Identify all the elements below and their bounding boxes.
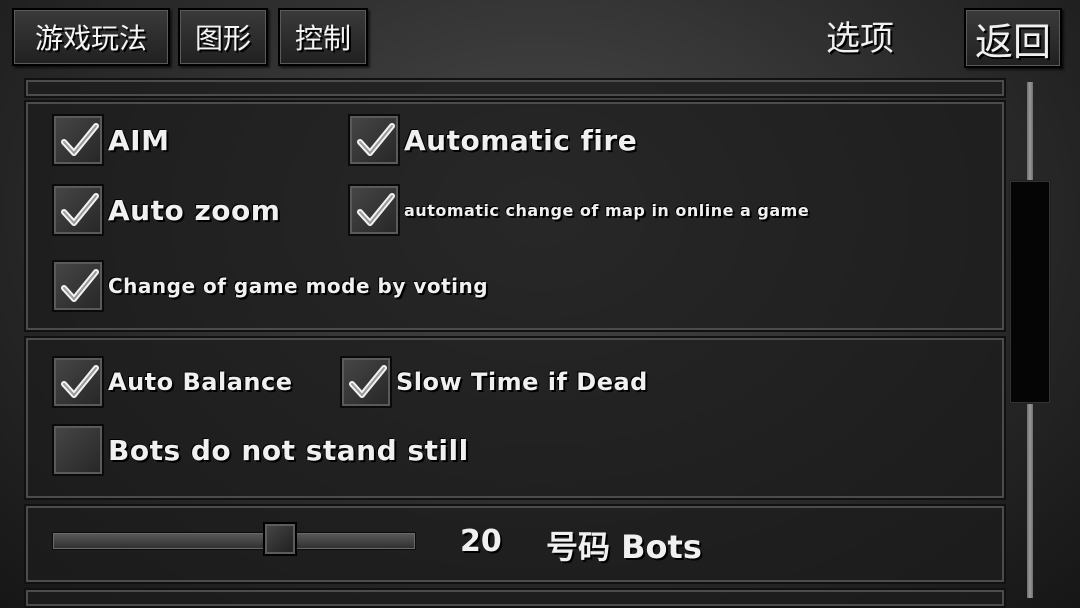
- automatic-fire-toggle[interactable]: Automatic fire: [348, 114, 637, 166]
- slow-time-toggle[interactable]: Slow Time if Dead: [340, 356, 648, 408]
- tab-gameplay[interactable]: 游戏玩法: [12, 8, 170, 66]
- aim-checkbox[interactable]: [52, 114, 104, 166]
- checkmark-icon: [349, 365, 387, 398]
- bots-move-checkbox[interactable]: [52, 424, 104, 476]
- checkmark-icon: [61, 123, 99, 156]
- auto-balance-label: Auto Balance: [108, 368, 293, 396]
- tab-controls[interactable]: 控制: [278, 8, 368, 66]
- auto-map-change-toggle[interactable]: automatic change of map in online a game: [348, 184, 809, 236]
- auto-zoom-checkbox[interactable]: [52, 184, 104, 236]
- aim-label: AIM: [108, 123, 170, 157]
- bots-slider-thumb[interactable]: [263, 522, 298, 556]
- settings-panel-bottom: [24, 588, 1006, 608]
- checkmark-icon: [357, 123, 395, 156]
- page-title: 选项: [826, 18, 894, 59]
- tab-graphics[interactable]: 图形: [178, 8, 268, 66]
- checkmark-icon: [357, 193, 395, 226]
- aim-toggle[interactable]: AIM: [52, 114, 169, 166]
- bots-move-toggle[interactable]: Bots do not stand still: [52, 424, 469, 476]
- auto-zoom-toggle[interactable]: Auto zoom: [52, 184, 280, 236]
- automatic-fire-label: Automatic fire: [404, 123, 638, 157]
- auto-balance-checkbox[interactable]: [52, 356, 104, 408]
- slow-time-checkbox[interactable]: [340, 356, 392, 408]
- mode-voting-checkbox[interactable]: [52, 260, 104, 312]
- checkmark-icon: [61, 365, 99, 398]
- mode-voting-label: Change of game mode by voting: [108, 274, 489, 298]
- checkmark-icon: [61, 269, 99, 302]
- slow-time-label: Slow Time if Dead: [396, 368, 648, 396]
- back-button[interactable]: 返回: [964, 8, 1062, 68]
- automatic-fire-checkbox[interactable]: [348, 114, 400, 166]
- scrollbar-thumb[interactable]: [1009, 180, 1051, 404]
- auto-map-change-checkbox[interactable]: [348, 184, 400, 236]
- bots-count-label: 号码 Bots: [546, 528, 702, 566]
- mode-voting-toggle[interactable]: Change of game mode by voting: [52, 260, 488, 312]
- auto-balance-toggle[interactable]: Auto Balance: [52, 356, 292, 408]
- bots-count-value: 20: [460, 524, 502, 559]
- bots-slider-track[interactable]: [52, 532, 416, 550]
- checkmark-icon: [61, 193, 99, 226]
- auto-zoom-label: Auto zoom: [108, 193, 281, 227]
- settings-panel-top: [24, 78, 1006, 98]
- bots-move-label: Bots do not stand still: [108, 433, 469, 467]
- auto-map-change-label: automatic change of map in online a game: [404, 200, 810, 220]
